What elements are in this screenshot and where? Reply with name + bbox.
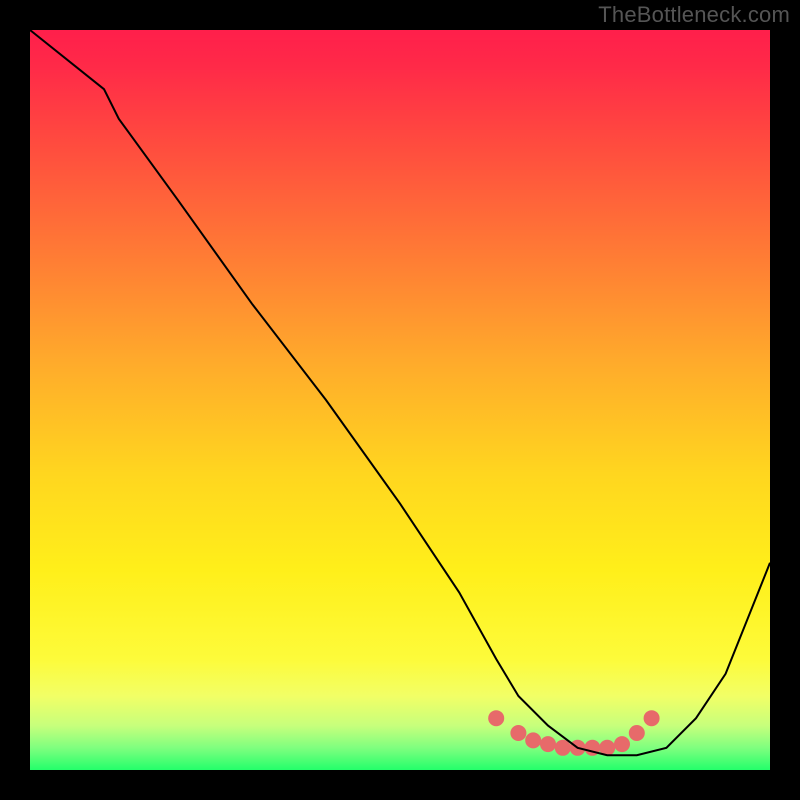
marker-point: [540, 736, 556, 752]
marker-point: [488, 710, 504, 726]
chart-svg: [0, 0, 800, 800]
marker-point: [525, 732, 541, 748]
marker-point: [614, 736, 630, 752]
marker-point: [555, 740, 571, 756]
plot-background: [30, 30, 770, 770]
watermark-text: TheBottleneck.com: [598, 2, 790, 28]
marker-point: [629, 725, 645, 741]
marker-point: [644, 710, 660, 726]
marker-point: [510, 725, 526, 741]
chart-canvas: TheBottleneck.com: [0, 0, 800, 800]
